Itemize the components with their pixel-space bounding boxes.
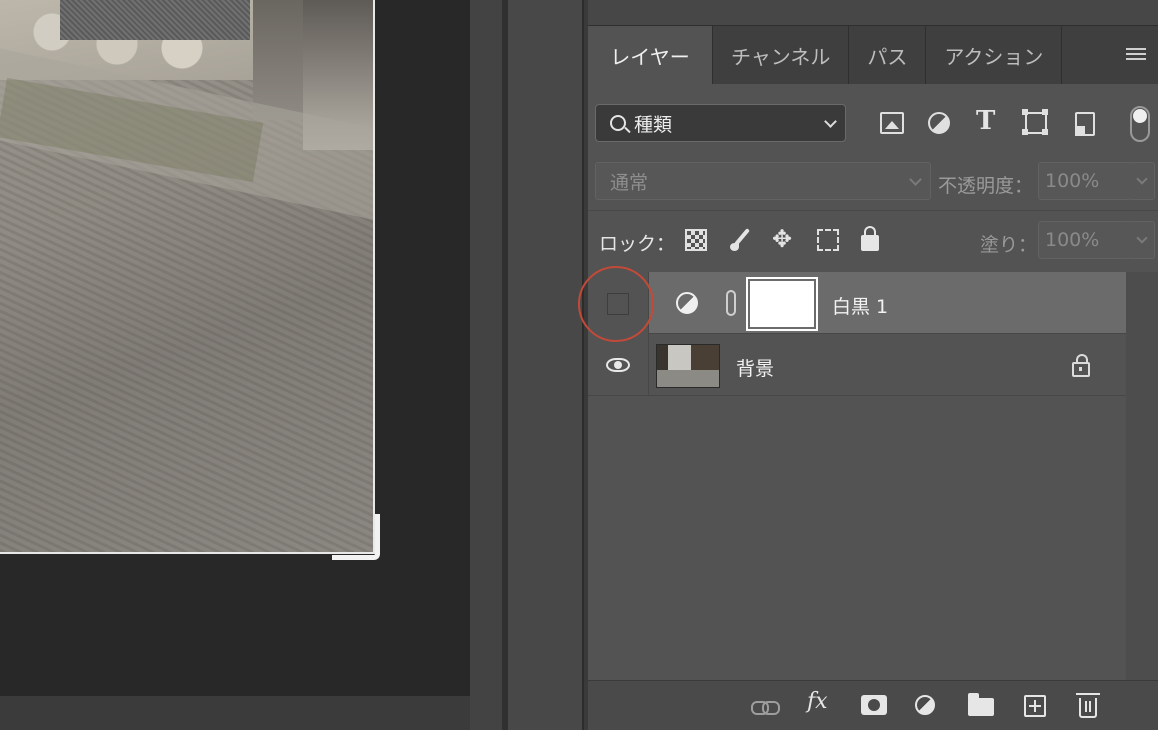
lock-label: ロック： xyxy=(599,233,676,255)
opacity-label: 不透明度： xyxy=(938,175,1034,197)
chevron-down-icon xyxy=(824,115,837,128)
new-adjustment-layer-icon[interactable] xyxy=(915,695,935,715)
layer-style-fx-icon[interactable]: fx xyxy=(807,689,831,714)
chevron-down-icon xyxy=(1136,173,1148,185)
search-icon xyxy=(610,115,626,131)
add-mask-icon[interactable] xyxy=(861,695,887,715)
shape-filter-icon[interactable] xyxy=(1022,109,1047,134)
opacity-input[interactable]: 100% xyxy=(1038,162,1130,200)
opacity-dropdown[interactable] xyxy=(1129,162,1155,200)
lock-row: ロック： ✥ 塗り： 100% xyxy=(588,210,1158,272)
image-gravel xyxy=(60,0,250,40)
panel-menu-icon[interactable] xyxy=(1126,48,1146,63)
layers-panel: レイヤー チャンネル パス アクション 種類 T 通常 不透明度： 100% ロ… xyxy=(578,0,1158,730)
photoshop-window: レイヤー チャンネル パス アクション 種類 T 通常 不透明度： 100% ロ… xyxy=(0,0,1158,730)
properties-panel-bottom-strip xyxy=(588,0,1158,26)
layers-list: 白黒 1 背景 xyxy=(578,266,1126,680)
collapsed-panel-dock xyxy=(508,0,584,730)
link-layers-icon[interactable] xyxy=(751,695,780,717)
layer-mask-thumbnail[interactable] xyxy=(746,277,818,331)
eye-icon[interactable] xyxy=(606,358,630,372)
image-filter-icon[interactable] xyxy=(880,112,904,134)
new-group-folder-icon[interactable] xyxy=(968,693,994,716)
tab-layers[interactable]: レイヤー xyxy=(588,26,713,84)
document-image xyxy=(0,0,375,554)
artboard-corner-handle[interactable] xyxy=(332,514,380,560)
tab-actions[interactable]: アクション xyxy=(926,26,1063,84)
tab-paths[interactable]: パス xyxy=(849,26,927,84)
chevron-down-icon xyxy=(909,173,922,186)
layer-name[interactable]: 背景 xyxy=(736,354,774,381)
layers-panel-footer: fx xyxy=(588,680,1158,730)
layers-panel-scrollbar[interactable] xyxy=(1126,272,1158,680)
adjustment-filter-icon[interactable] xyxy=(928,112,950,134)
smart-object-filter-icon[interactable] xyxy=(1075,112,1095,136)
lock-transparent-pixels-icon[interactable] xyxy=(685,229,707,251)
layer-filter-row: 種類 T xyxy=(588,84,1158,160)
document-canvas[interactable] xyxy=(0,0,470,696)
blend-mode-select[interactable]: 通常 xyxy=(595,162,931,200)
filter-kind-label: 種類 xyxy=(634,113,673,136)
lock-position-move-icon[interactable]: ✥ xyxy=(772,225,794,253)
lock-artboard-icon[interactable] xyxy=(817,229,839,251)
lock-image-pixels-brush-icon[interactable] xyxy=(730,229,752,251)
chevron-down-icon xyxy=(1136,232,1148,244)
blend-mode-value: 通常 xyxy=(610,171,649,194)
annotation-highlight-circle xyxy=(578,266,654,342)
new-layer-icon[interactable] xyxy=(1024,695,1046,717)
layer-visibility-column xyxy=(588,334,649,396)
tab-channels[interactable]: チャンネル xyxy=(713,26,850,84)
layer-lock-icon[interactable] xyxy=(1072,354,1090,377)
type-filter-icon[interactable]: T xyxy=(976,106,1000,136)
filter-toggle-switch[interactable] xyxy=(1130,106,1150,142)
layer-name[interactable]: 白黒 1 xyxy=(832,292,888,319)
layer-row-background[interactable]: 背景 xyxy=(588,334,1126,396)
canvas-horizontal-scrollbar[interactable] xyxy=(0,696,502,730)
mask-link-chain-icon[interactable] xyxy=(726,290,736,316)
layer-thumbnail[interactable] xyxy=(656,344,720,388)
layer-row-bw-adjustment[interactable]: 白黒 1 xyxy=(578,266,1126,342)
lock-all-icon[interactable] xyxy=(861,226,879,251)
adjustment-layer-icon xyxy=(676,292,698,314)
panel-tabs: レイヤー チャンネル パス アクション xyxy=(588,26,1158,84)
trash-icon[interactable] xyxy=(1076,693,1100,718)
layer-kind-filter-select[interactable]: 種類 xyxy=(595,104,846,142)
blend-row: 通常 不透明度： 100% xyxy=(588,160,1158,208)
fill-dropdown[interactable] xyxy=(1129,221,1155,259)
fill-label: 塗り： xyxy=(980,234,1038,256)
canvas-vertical-scrollbar[interactable] xyxy=(470,0,502,730)
fill-input[interactable]: 100% xyxy=(1038,221,1130,259)
layer-visibility-column xyxy=(578,266,654,342)
